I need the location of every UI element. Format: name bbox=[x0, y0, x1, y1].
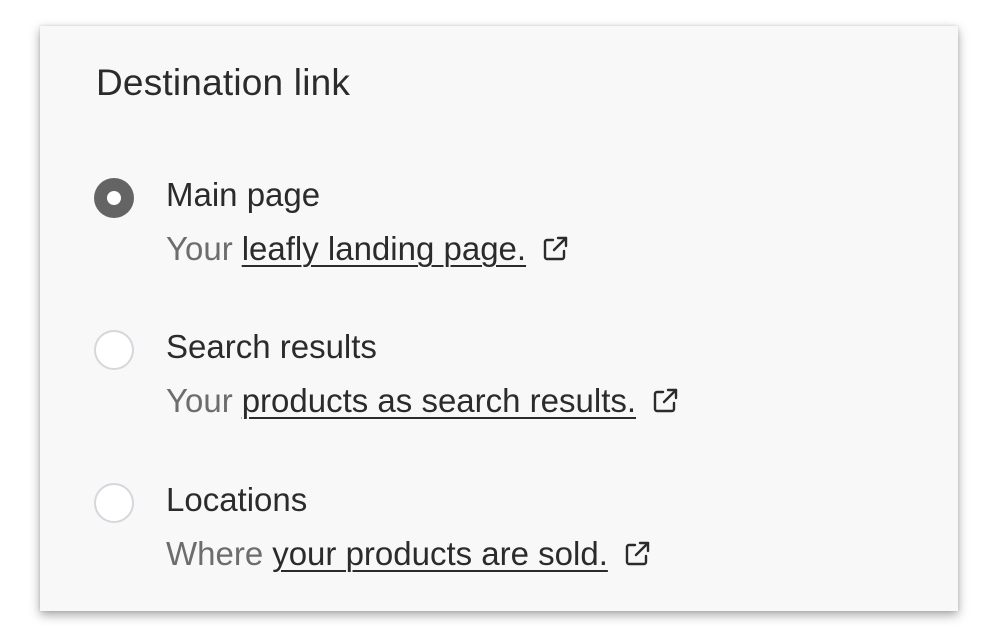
external-link-icon[interactable] bbox=[622, 539, 652, 569]
option-label-main-page: Main page bbox=[166, 176, 321, 213]
radio-locations[interactable] bbox=[94, 483, 134, 523]
destination-link-card: Destination link Main page Your leafly l… bbox=[40, 26, 958, 611]
description-prefix: Your bbox=[166, 230, 233, 267]
option-locations[interactable]: Locations Where your products are sold. bbox=[94, 481, 914, 581]
description-prefix: Your bbox=[166, 382, 233, 419]
option-description-locations: Where your products are sold. bbox=[166, 535, 652, 573]
option-description-search-results: Your products as search results. bbox=[166, 382, 680, 420]
link-your-products-are-sold[interactable]: your products are sold. bbox=[272, 535, 608, 573]
option-description-main-page: Your leafly landing page. bbox=[166, 230, 570, 268]
external-link-icon[interactable] bbox=[540, 234, 570, 264]
link-products-as-search-results[interactable]: products as search results. bbox=[242, 382, 636, 420]
link-leafly-landing-page[interactable]: leafly landing page. bbox=[242, 230, 526, 268]
option-label-search-results: Search results bbox=[166, 328, 377, 365]
description-prefix: Where bbox=[166, 535, 264, 572]
option-search-results[interactable]: Search results Your products as search r… bbox=[94, 328, 914, 428]
external-link-icon[interactable] bbox=[650, 386, 680, 416]
radio-main-page[interactable] bbox=[94, 178, 134, 218]
panel-title: Destination link bbox=[96, 62, 351, 103]
option-main-page[interactable]: Main page Your leafly landing page. bbox=[94, 176, 914, 276]
option-label-locations: Locations bbox=[166, 481, 308, 518]
radio-search-results[interactable] bbox=[94, 330, 134, 370]
